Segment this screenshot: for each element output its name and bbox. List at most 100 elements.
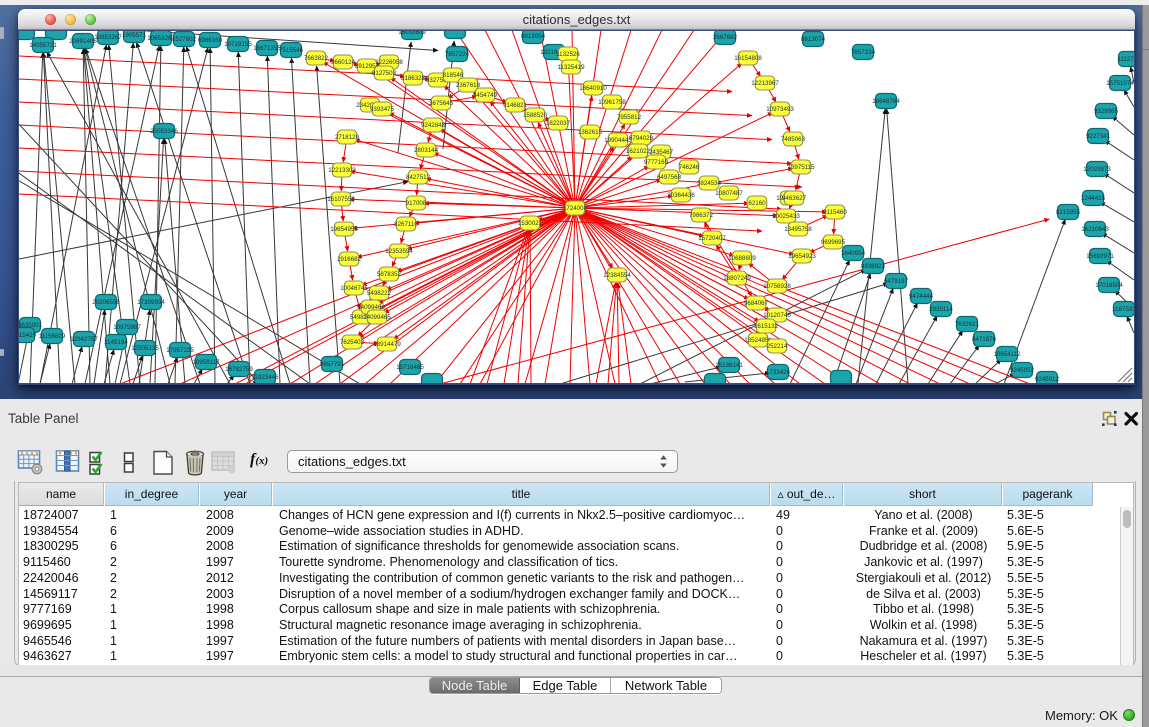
svg-text:18807249: 18807249 bbox=[723, 275, 751, 282]
svg-text:62160: 62160 bbox=[748, 200, 766, 207]
svg-text:12384554: 12384554 bbox=[603, 272, 631, 279]
svg-text:12353594: 12353594 bbox=[385, 248, 413, 255]
svg-text:3824534: 3824534 bbox=[697, 180, 722, 187]
svg-text:9242848: 9242848 bbox=[421, 122, 446, 129]
svg-text:7625402: 7625402 bbox=[340, 339, 365, 346]
svg-text:17957225: 17957225 bbox=[166, 347, 194, 354]
svg-text:17016504: 17016504 bbox=[1095, 282, 1123, 289]
svg-text:9463627: 9463627 bbox=[782, 195, 807, 202]
svg-text:12093873: 12093873 bbox=[1083, 166, 1111, 173]
svg-text:3675645: 3675645 bbox=[429, 100, 454, 107]
svg-text:7515546: 7515546 bbox=[279, 47, 304, 54]
svg-text:7955812: 7955812 bbox=[617, 114, 642, 121]
svg-text:7663822: 7663822 bbox=[304, 55, 329, 62]
svg-text:2687682: 2687682 bbox=[713, 34, 738, 41]
svg-text:10973493: 10973493 bbox=[766, 106, 794, 113]
svg-text:10046746: 10046746 bbox=[340, 285, 368, 292]
svg-text:1167533: 1167533 bbox=[1112, 306, 1134, 313]
svg-text:20364436: 20364436 bbox=[667, 192, 695, 199]
svg-text:15720407: 15720407 bbox=[698, 235, 726, 242]
svg-text:1132526: 1132526 bbox=[556, 51, 580, 58]
svg-text:10958117: 10958117 bbox=[192, 359, 220, 366]
svg-text:1527602: 1527602 bbox=[172, 36, 197, 43]
svg-text:13975115: 13975115 bbox=[787, 164, 815, 171]
svg-text:8427512: 8427512 bbox=[406, 174, 431, 181]
svg-text:10719155: 10719155 bbox=[224, 41, 252, 48]
svg-text:12213967: 12213967 bbox=[751, 80, 779, 87]
svg-text:2935114: 2935114 bbox=[929, 306, 953, 313]
svg-text:11156829: 11156829 bbox=[39, 333, 66, 340]
svg-text:2718129: 2718129 bbox=[335, 134, 360, 141]
svg-text:1640954: 1640954 bbox=[841, 250, 866, 257]
svg-text:12226058: 12226058 bbox=[375, 59, 403, 66]
svg-text:10975887: 10975887 bbox=[113, 324, 141, 331]
svg-text:16648784: 16648784 bbox=[872, 98, 900, 105]
svg-text:14099465: 14099465 bbox=[363, 314, 391, 321]
svg-text:19654923: 19654923 bbox=[788, 253, 816, 260]
svg-text:1733426: 1733426 bbox=[766, 369, 791, 376]
svg-text:9393475: 9393475 bbox=[370, 106, 395, 113]
svg-text:15716485: 15716485 bbox=[396, 364, 424, 371]
svg-text:9699695: 9699695 bbox=[821, 239, 846, 246]
svg-text:10120746: 10120746 bbox=[763, 312, 791, 319]
svg-text:10853267: 10853267 bbox=[94, 34, 122, 41]
svg-text:1112747: 1112747 bbox=[1117, 56, 1134, 63]
svg-text:13495758: 13495758 bbox=[784, 226, 812, 233]
svg-text:15692971: 15692971 bbox=[1086, 253, 1114, 260]
svg-text:12505135: 12505135 bbox=[131, 345, 159, 352]
svg-text:9146821: 9146821 bbox=[503, 102, 528, 109]
svg-text:10807487: 10807487 bbox=[715, 190, 743, 197]
svg-text:6966160: 6966160 bbox=[198, 37, 223, 44]
svg-text:25053346: 25053346 bbox=[150, 128, 178, 135]
svg-text:11923446: 11923446 bbox=[251, 374, 279, 381]
svg-text:16107552: 16107552 bbox=[327, 196, 355, 203]
svg-text:12213303: 12213303 bbox=[328, 167, 356, 174]
svg-text:5878352: 5878352 bbox=[377, 271, 402, 278]
svg-text:8186328: 8186328 bbox=[401, 75, 426, 82]
svg-text:9115460: 9115460 bbox=[823, 209, 847, 216]
svg-text:1621022: 1621022 bbox=[626, 148, 651, 155]
svg-text:1905571: 1905571 bbox=[122, 32, 147, 39]
svg-text:1145194: 1145194 bbox=[104, 339, 128, 346]
svg-text:16782759: 16782759 bbox=[225, 366, 253, 373]
svg-text:7986372: 7986372 bbox=[689, 212, 714, 219]
svg-text:8215955: 8215955 bbox=[1056, 209, 1081, 216]
svg-text:10025433: 10025433 bbox=[772, 213, 800, 220]
svg-text:8471876: 8471876 bbox=[972, 336, 997, 343]
svg-text:1588520: 1588520 bbox=[523, 112, 548, 119]
svg-text:1724008: 1724008 bbox=[563, 205, 588, 212]
svg-text:8813054: 8813054 bbox=[521, 33, 546, 40]
svg-text:14055721: 14055721 bbox=[29, 42, 57, 49]
svg-text:9227341: 9227341 bbox=[1086, 133, 1111, 140]
svg-text:18640910: 18640910 bbox=[579, 85, 607, 92]
svg-text:2803144: 2803144 bbox=[414, 147, 439, 154]
svg-text:5498222: 5498222 bbox=[367, 290, 392, 297]
svg-text:6479197: 6479197 bbox=[884, 278, 909, 285]
svg-text:7485063: 7485063 bbox=[781, 136, 806, 143]
svg-text:7857224: 7857224 bbox=[445, 51, 470, 58]
svg-text:10654112: 10654112 bbox=[993, 351, 1021, 358]
svg-text:20206556: 20206556 bbox=[92, 299, 120, 306]
svg-text:10756928: 10756928 bbox=[763, 283, 791, 290]
svg-text:15751074: 15751074 bbox=[1106, 80, 1134, 87]
svg-text:9127503: 9127503 bbox=[372, 70, 397, 77]
svg-text:12942757: 12942757 bbox=[70, 336, 98, 343]
svg-text:16671355: 16671355 bbox=[253, 45, 281, 52]
svg-text:16154808: 16154808 bbox=[734, 55, 762, 62]
svg-text:9474444: 9474444 bbox=[909, 293, 934, 300]
svg-text:1362615: 1362615 bbox=[578, 129, 603, 136]
svg-text:9660124: 9660124 bbox=[331, 59, 356, 66]
svg-text:1530021: 1530021 bbox=[518, 220, 543, 227]
svg-text:16033809: 16033809 bbox=[398, 31, 426, 36]
svg-text:9777169: 9777169 bbox=[644, 159, 669, 166]
svg-text:1916682: 1916682 bbox=[337, 256, 362, 263]
svg-text:10688609: 10688609 bbox=[728, 255, 756, 262]
svg-text:8938923: 8938923 bbox=[861, 263, 886, 270]
svg-text:9329965: 9329965 bbox=[1094, 108, 1119, 115]
svg-text:2367618: 2367618 bbox=[456, 82, 481, 89]
svg-text:1822037: 1822037 bbox=[546, 120, 571, 127]
svg-text:11325419: 11325419 bbox=[557, 64, 585, 71]
svg-text:8454749: 8454749 bbox=[473, 92, 498, 99]
svg-text:9684067: 9684067 bbox=[744, 300, 769, 307]
svg-text:9857791: 9857791 bbox=[320, 361, 345, 368]
